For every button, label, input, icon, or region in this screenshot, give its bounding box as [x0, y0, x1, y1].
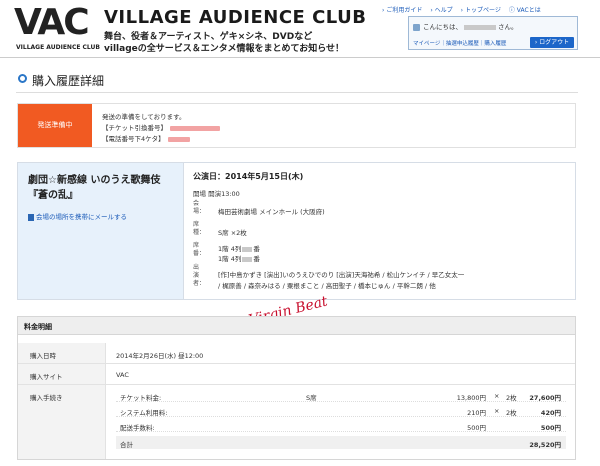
mail-venue-link[interactable]: 会場の場所を携帯にメールする — [28, 211, 127, 221]
user-greeting: こんにちは、 さん。 — [413, 21, 518, 31]
help-link[interactable]: › ヘルプ — [430, 5, 452, 14]
title-circle-icon — [18, 74, 27, 83]
purchase-method-label: 購入手続き — [18, 385, 106, 459]
about-vac-link[interactable]: ⓘ VACとは — [509, 5, 541, 14]
status-badge: 発送準備中 — [18, 104, 92, 147]
fee-line: チケット料金: S席 13,800円 × 2枚 27,600円 — [116, 389, 566, 402]
total-label: 合計 — [120, 441, 133, 449]
order-status-box: 発送準備中 発送の準備をしております。 【チケット引換番号】 【電話番号下4ケタ… — [17, 103, 576, 148]
purchase-site-label: 購入サイト — [18, 364, 106, 384]
event-times: 開場 開演13:00 — [193, 190, 240, 198]
guide-link[interactable]: › ご利用ガイド — [382, 5, 422, 14]
total-amount: 28,520円 — [529, 441, 561, 449]
venue-value[interactable]: 梅田芸術劇場 メインホール (大阪府) — [218, 206, 325, 216]
purchase-date-value: 2014年2月26日(水) 昼12:00 — [116, 352, 204, 360]
masked-phone-digits — [167, 136, 190, 142]
user-icon — [413, 23, 420, 31]
venue-label: 会場： — [193, 200, 206, 215]
cast-line-2: / 梶原善 / 森奈みはる / 粟根まこと / 高田聖子 / 橋本じゅん / 平… — [218, 282, 436, 290]
purchase-site-value: VAC — [116, 371, 129, 379]
seat-number-label: 席番： — [193, 242, 206, 257]
purchase-date-label: 購入日時 — [18, 343, 106, 363]
vac-logo[interactable]: VAC VILLAGE AUDIENCE CLUB — [14, 2, 100, 52]
purchase-site-row: 購入サイト VAC — [18, 364, 575, 385]
page-title: 購入履歴詳細 — [32, 74, 105, 88]
status-message: 発送の準備をしております。 — [102, 113, 186, 121]
site-header: VAC VILLAGE AUDIENCE CLUB VILLAGE AUDIEN… — [0, 0, 600, 58]
tagline-2: villageの全サービス＆エンタメ情報をまとめてお知らせ！ — [104, 44, 345, 54]
performance-date: 公演日：2014年5月15日(木) — [193, 172, 304, 181]
top-nav: › ご利用ガイド › ヘルプ › トップページ ⓘ VACとは — [382, 5, 541, 14]
fee-line: システム利用料: 210円 × 2枚 420円 — [116, 404, 566, 417]
seat-number-1: 1階 4列番 — [218, 245, 260, 253]
top-page-link[interactable]: › トップページ — [461, 5, 501, 14]
fee-line: 配送手数料: 500円 500円 — [116, 419, 566, 432]
user-links[interactable]: マイページ｜抽選申込履歴｜購入履歴 — [413, 39, 506, 47]
event-name: 劇団☆新感線 いのうえ歌舞伎『蒼の乱』 — [28, 175, 161, 201]
event-summary-panel: 劇団☆新感線 いのうえ歌舞伎『蒼の乱』 会場の場所を携帯にメールする — [18, 163, 184, 299]
event-details: 劇団☆新感線 いのうえ歌舞伎『蒼の乱』 会場の場所を携帯にメールする 公演日：2… — [17, 162, 576, 300]
phone-digits-row: 【電話番号下4ケタ】 — [102, 133, 190, 143]
seat-type-label: 席種： — [193, 221, 206, 236]
cast-label: 出演者： — [193, 264, 206, 287]
purchase-method-row: 購入手続き チケット料金: S席 13,800円 × 2枚 27,600円 シス… — [18, 385, 575, 459]
mobile-icon — [28, 213, 34, 221]
seat-number-2: 1階 4列番 — [218, 255, 260, 263]
masked-user-name — [464, 24, 496, 30]
ticket-number-row: 【チケット引換番号】 — [102, 122, 220, 132]
cast-line-1: [作]中島かずき [演出]いのうえひでのり [出演]天海祐希 / 松山ケンイチ … — [218, 271, 465, 279]
user-box: こんにちは、 さん。 マイページ｜抽選申込履歴｜購入履歴 › ログアウト — [408, 16, 578, 50]
purchase-date-row: 購入日時 2014年2月26日(水) 昼12:00 — [18, 343, 575, 364]
fee-details: 料金明細 購入日時 2014年2月26日(水) 昼12:00 購入サイト VAC… — [17, 316, 576, 460]
title-divider — [16, 92, 578, 93]
site-title: VILLAGE AUDIENCE CLUB — [104, 7, 367, 28]
fee-heading: 料金明細 — [18, 317, 575, 335]
logout-button[interactable]: › ログアウト — [530, 37, 574, 48]
total-row: 合計 28,520円 — [116, 436, 566, 449]
logo-text: VAC — [14, 2, 90, 43]
logo-subtext: VILLAGE AUDIENCE CLUB — [16, 44, 100, 51]
masked-ticket-number — [170, 125, 220, 131]
seat-type-value: S席 ×2枚 — [218, 229, 247, 237]
